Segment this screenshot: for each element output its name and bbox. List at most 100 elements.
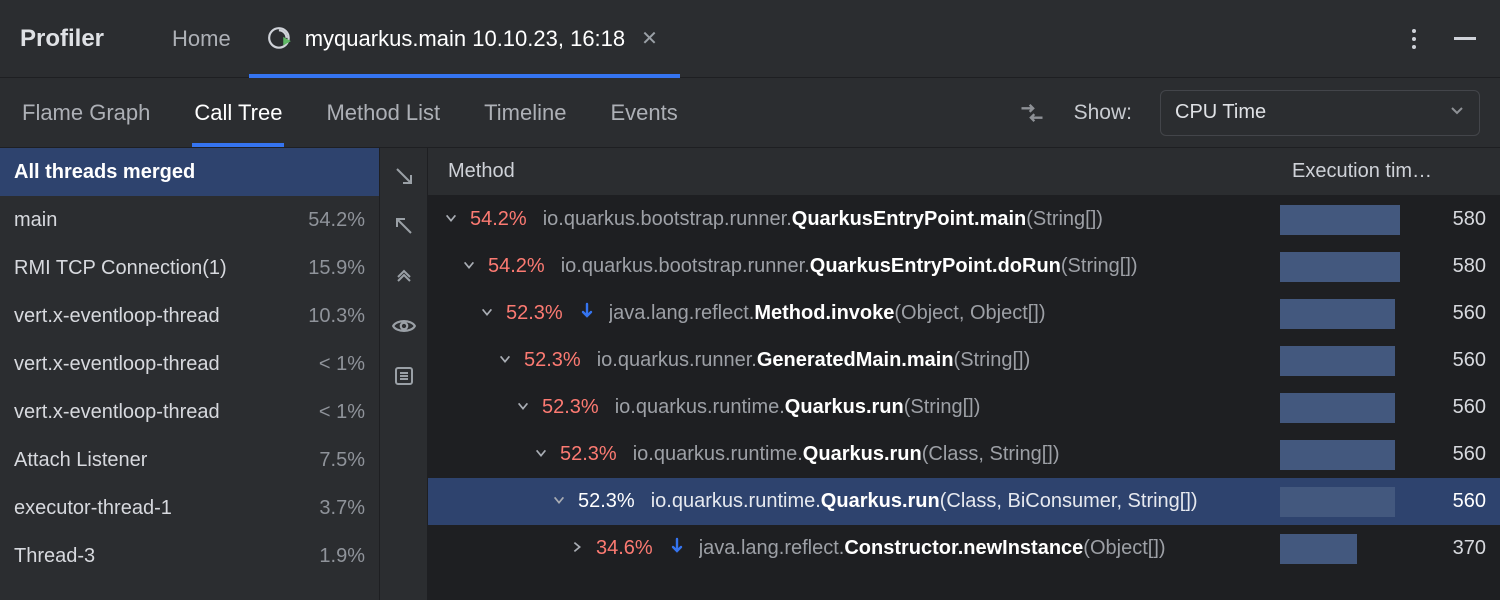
thread-name: All threads merged: [14, 161, 195, 184]
thread-pct: 54.2%: [308, 209, 365, 232]
thread-pct: 1.9%: [319, 545, 365, 568]
thread-item[interactable]: vert.x-eventloop-thread10.3%: [0, 292, 379, 340]
chevron-down-icon[interactable]: [548, 490, 570, 513]
chevron-down-icon: [1449, 101, 1465, 124]
thread-item[interactable]: vert.x-eventloop-thread< 1%: [0, 388, 379, 436]
thread-name: Attach Listener: [14, 449, 147, 472]
more-menu-icon[interactable]: [1404, 21, 1424, 57]
chevron-down-icon[interactable]: [530, 443, 552, 466]
tab-call-tree[interactable]: Call Tree: [192, 80, 284, 146]
cell-method: 52.3%io.quarkus.runtime.Quarkus.run(Clas…: [428, 490, 1280, 513]
cell-exec: 580: [1280, 252, 1500, 282]
tab-session[interactable]: myquarkus.main 10.10.23, 16:18 ✕: [249, 0, 680, 77]
call-tree-panel: Method Execution tim… 54.2%io.quarkus.bo…: [428, 148, 1500, 600]
exec-value: 370: [1453, 537, 1486, 560]
thread-name: vert.x-eventloop-thread: [14, 401, 220, 424]
expand-up-icon[interactable]: [390, 212, 418, 240]
exec-value: 560: [1453, 302, 1486, 325]
column-header-exec[interactable]: Execution tim…: [1280, 160, 1500, 183]
tree-row[interactable]: 52.3%io.quarkus.runtime.Quarkus.run(Clas…: [428, 478, 1500, 525]
chevron-down-icon[interactable]: [458, 255, 480, 278]
cell-method: 54.2%io.quarkus.bootstrap.runner.Quarkus…: [428, 208, 1280, 231]
tree-row[interactable]: 52.3% io.quarkus.runner.GeneratedMain.mai…: [428, 337, 1500, 384]
thread-item[interactable]: vert.x-eventloop-thread < 1%: [0, 340, 379, 388]
tab-home[interactable]: Home: [154, 0, 249, 77]
method-text: io.quarkus.runtime.Quarkus.run(Class, St…: [633, 443, 1060, 466]
pct-value: 34.6%: [596, 537, 653, 560]
cell-exec: 580: [1280, 205, 1500, 235]
close-icon[interactable]: ✕: [637, 24, 662, 53]
minimize-icon[interactable]: [1454, 37, 1476, 40]
tree-row[interactable]: 54.2%io.quarkus.bootstrap.runner.Quarkus…: [428, 243, 1500, 290]
show-label: Show:: [1074, 101, 1132, 125]
list-icon[interactable]: [390, 362, 418, 390]
exec-bar: [1280, 299, 1395, 329]
chevron-down-icon[interactable]: [494, 349, 516, 372]
tree-body: 54.2%io.quarkus.bootstrap.runner.Quarkus…: [428, 196, 1500, 600]
thread-pct: 15.9%: [308, 257, 365, 280]
thread-name: vert.x-eventloop-thread: [14, 353, 220, 376]
tab-timeline[interactable]: Timeline: [482, 80, 568, 146]
thread-name: main: [14, 209, 57, 232]
cell-exec: 560: [1280, 346, 1500, 376]
tab-flame-graph[interactable]: Flame Graph: [20, 80, 152, 146]
cell-method: 54.2%io.quarkus.bootstrap.runner.Quarkus…: [428, 255, 1280, 278]
thread-item[interactable]: Attach Listener7.5%: [0, 436, 379, 484]
main-split: All threads merged main 54.2% RMI TCP Conne…: [0, 148, 1500, 600]
thread-name: RMI TCP Connection(1): [14, 257, 227, 280]
chevron-down-icon[interactable]: [476, 302, 498, 325]
column-header-method[interactable]: Method: [428, 160, 1280, 183]
tab-events[interactable]: Events: [609, 80, 680, 146]
method-text: io.quarkus.bootstrap.runner.QuarkusEntry…: [561, 255, 1138, 278]
cell-method: 52.3%java.lang.reflect.Method.invoke(Obj…: [428, 302, 1280, 326]
expand-down-icon[interactable]: [390, 162, 418, 190]
thread-name: vert.x-eventloop-thread: [14, 305, 220, 328]
cell-method: 52.3%io.quarkus.runtime.Quarkus.run(Clas…: [428, 443, 1280, 466]
chevron-down-icon[interactable]: [440, 208, 462, 231]
collapse-icon[interactable]: [390, 262, 418, 290]
thread-item[interactable]: All threads merged: [0, 148, 379, 196]
exec-bar: [1280, 393, 1395, 423]
profiler-session-icon: [267, 26, 293, 52]
tree-header: Method Execution tim…: [428, 148, 1500, 196]
cell-exec: 560: [1280, 487, 1500, 517]
tab-label: Home: [172, 26, 231, 52]
exec-value: 560: [1453, 490, 1486, 513]
threads-panel: All threads merged main 54.2% RMI TCP Conne…: [0, 148, 380, 600]
thread-item[interactable]: Thread-3 1.9%: [0, 532, 379, 580]
chevron-down-icon[interactable]: [512, 396, 534, 419]
exec-bar: [1280, 346, 1395, 376]
exec-bar: [1280, 440, 1395, 470]
tree-row[interactable]: 54.2%io.quarkus.bootstrap.runner.Quarkus…: [428, 196, 1500, 243]
exec-value: 580: [1453, 255, 1486, 278]
pct-value: 52.3%: [542, 396, 599, 419]
thread-item[interactable]: main 54.2%: [0, 196, 379, 244]
thread-pct: < 1%: [319, 353, 365, 376]
method-text: io.quarkus.runner.GeneratedMain.main(Str…: [597, 349, 1031, 372]
pct-value: 52.3%: [524, 349, 581, 372]
thread-name: executor-thread-1: [14, 497, 172, 520]
thread-item[interactable]: executor-thread-1 3.7%: [0, 484, 379, 532]
cell-method: 52.3% io.quarkus.runner.GeneratedMain.mai…: [428, 349, 1280, 372]
tree-row[interactable]: 52.3% io.quarkus.runtime.Quarkus.run(Stri…: [428, 384, 1500, 431]
exec-bar: [1280, 205, 1400, 235]
exec-value: 560: [1453, 396, 1486, 419]
method-text: io.quarkus.runtime.Quarkus.run(String[]): [615, 396, 981, 419]
view-tabs: Flame Graph Call Tree Method List Timeli…: [0, 78, 1500, 148]
tab-method-list[interactable]: Method List: [324, 80, 442, 146]
cell-exec: 560: [1280, 440, 1500, 470]
show-metric-select[interactable]: CPU Time: [1160, 90, 1480, 136]
tree-row[interactable]: 52.3%io.quarkus.runtime.Quarkus.run(Clas…: [428, 431, 1500, 478]
tree-row[interactable]: 52.3%java.lang.reflect.Method.invoke(Obj…: [428, 290, 1500, 337]
tree-row[interactable]: 34.6%java.lang.reflect.Constructor.newIn…: [428, 525, 1500, 572]
thread-pct: 3.7%: [319, 497, 365, 520]
chevron-right-icon[interactable]: [566, 537, 588, 560]
thread-name: Thread-3: [14, 545, 95, 568]
cell-exec: 370: [1280, 534, 1500, 564]
thread-item[interactable]: RMI TCP Connection(1) 15.9%: [0, 244, 379, 292]
profiler-title: Profiler: [20, 25, 104, 53]
swap-direction-icon[interactable]: [1018, 99, 1046, 127]
visibility-icon[interactable]: [390, 312, 418, 340]
exec-bar: [1280, 252, 1400, 282]
method-text: io.quarkus.bootstrap.runner.QuarkusEntry…: [543, 208, 1103, 231]
